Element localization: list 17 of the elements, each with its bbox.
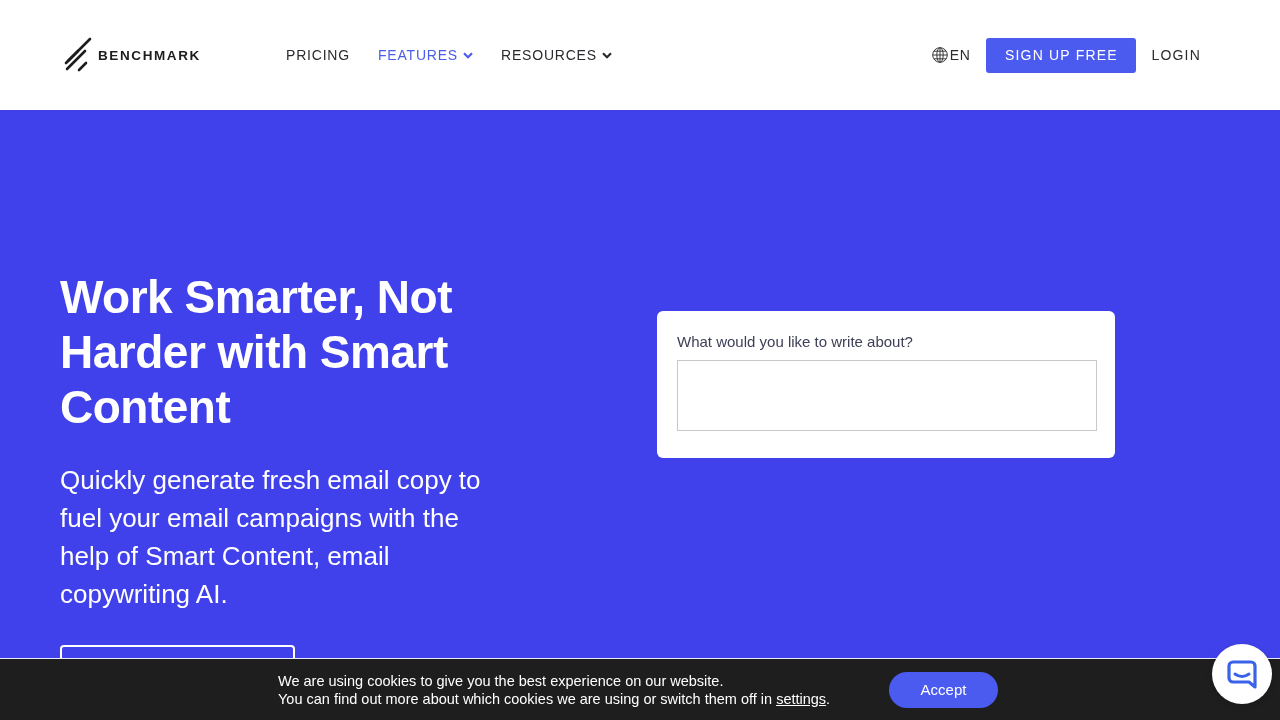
hero-title: Work Smarter, Not Harder with Smart Content bbox=[60, 270, 453, 435]
prompt-label: What would you like to write about? bbox=[677, 333, 914, 350]
prompt-input-field[interactable] bbox=[677, 360, 1097, 431]
chat-button[interactable] bbox=[1212, 644, 1272, 704]
globe-icon bbox=[931, 47, 948, 63]
logo-wordmark[interactable]: BENCHMARK bbox=[98, 47, 201, 63]
accept-button[interactable]: Accept bbox=[889, 671, 998, 708]
login-link[interactable]: LOGIN bbox=[1151, 47, 1201, 63]
nav-link[interactable]: RESOURCES bbox=[501, 47, 612, 63]
nav-link[interactable]: FEATURES bbox=[377, 47, 473, 63]
nav-link[interactable]: PRICING bbox=[286, 47, 350, 63]
logo-icon bbox=[64, 37, 92, 73]
sign-up-button[interactable]: SIGN UP FREE bbox=[986, 37, 1137, 73]
language-selector[interactable]: EN bbox=[931, 47, 971, 63]
chat-bubble-icon bbox=[1227, 659, 1257, 689]
cookie-message: We are using cookies to give you the best experience on our website. You can find out more about which cookies we are using or switch them off in settings. bbox=[278, 671, 832, 708]
hero-description: Quickly generate fresh email copy to fuel your email campaigns with the help of Smart Content, email copywriting AI. bbox=[60, 464, 482, 611]
